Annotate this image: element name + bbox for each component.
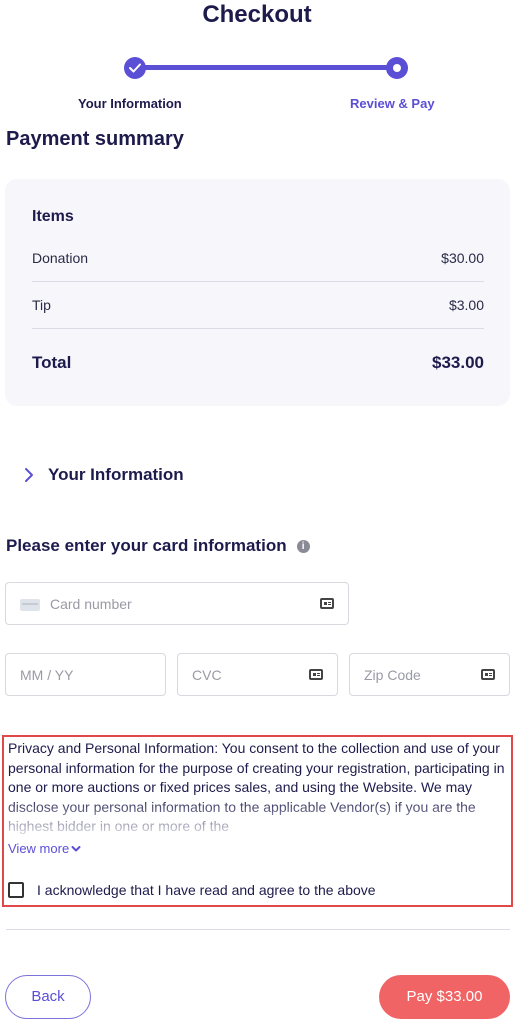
payment-summary-heading: Payment summary <box>6 128 184 150</box>
card-info-heading: Please enter your card information i <box>6 536 310 556</box>
summary-row-label: Tip <box>32 297 51 313</box>
summary-divider <box>32 281 484 282</box>
summary-row-donation: Donation $30.00 <box>32 250 484 266</box>
card-info-heading-text: Please enter your card information <box>6 536 287 555</box>
expiry-placeholder: MM / YY <box>20 667 74 683</box>
card-number-placeholder: Card number <box>50 596 132 612</box>
chevron-right-icon <box>25 468 33 482</box>
zip-code-placeholder: Zip Code <box>364 667 421 683</box>
summary-row-total: Total $33.00 <box>32 353 484 373</box>
view-more-label: View more <box>8 841 70 856</box>
step-label-your-information[interactable]: Your Information <box>78 96 182 111</box>
privacy-consent-text: Privacy and Personal Information: You co… <box>8 740 505 834</box>
view-more-link[interactable]: View more <box>8 841 81 856</box>
cvc-field[interactable]: CVC <box>177 653 338 696</box>
acknowledge-checkbox[interactable] <box>8 882 24 898</box>
card-number-field[interactable]: Card number <box>5 582 349 625</box>
total-amount: $33.00 <box>432 353 484 372</box>
acknowledge-label[interactable]: I acknowledge that I have read and agree… <box>37 882 376 898</box>
items-heading: Items <box>32 208 74 225</box>
payment-summary-card: Items Donation $30.00 Tip $3.00 Total $3… <box>5 179 510 406</box>
stepper-progress-line <box>140 65 394 70</box>
back-button[interactable]: Back <box>5 975 91 1019</box>
step-your-information-dot[interactable] <box>124 57 146 79</box>
pay-button[interactable]: Pay $33.00 <box>379 975 510 1019</box>
zip-code-field[interactable]: Zip Code <box>349 653 510 696</box>
summary-row-label: Donation <box>32 250 89 266</box>
summary-row-amount: $3.00 <box>448 297 484 313</box>
summary-divider <box>32 328 484 329</box>
total-label: Total <box>32 353 72 372</box>
step-review-pay-dot <box>386 57 408 79</box>
expiry-field[interactable]: MM / YY <box>5 653 166 696</box>
footer-divider <box>6 929 510 930</box>
card-brand-icon <box>20 599 40 611</box>
summary-row-tip: Tip $3.00 <box>32 297 484 313</box>
cvc-placeholder: CVC <box>192 667 222 683</box>
check-icon <box>129 63 141 73</box>
chevron-down-icon <box>71 845 81 851</box>
summary-row-amount: $30.00 <box>441 250 484 266</box>
step-label-review-pay: Review & Pay <box>350 96 435 111</box>
info-icon[interactable]: i <box>296 539 310 553</box>
your-information-toggle[interactable]: Your Information <box>24 465 184 485</box>
autofill-card-icon[interactable] <box>320 598 334 609</box>
page-title: Checkout <box>202 1 312 28</box>
autofill-card-icon[interactable] <box>481 669 495 680</box>
acknowledge-row[interactable]: I acknowledge that I have read and agree… <box>8 882 376 898</box>
privacy-consent-box: Privacy and Personal Information: You co… <box>2 735 513 907</box>
autofill-card-icon[interactable] <box>309 669 323 680</box>
your-information-label: Your Information <box>48 465 184 484</box>
